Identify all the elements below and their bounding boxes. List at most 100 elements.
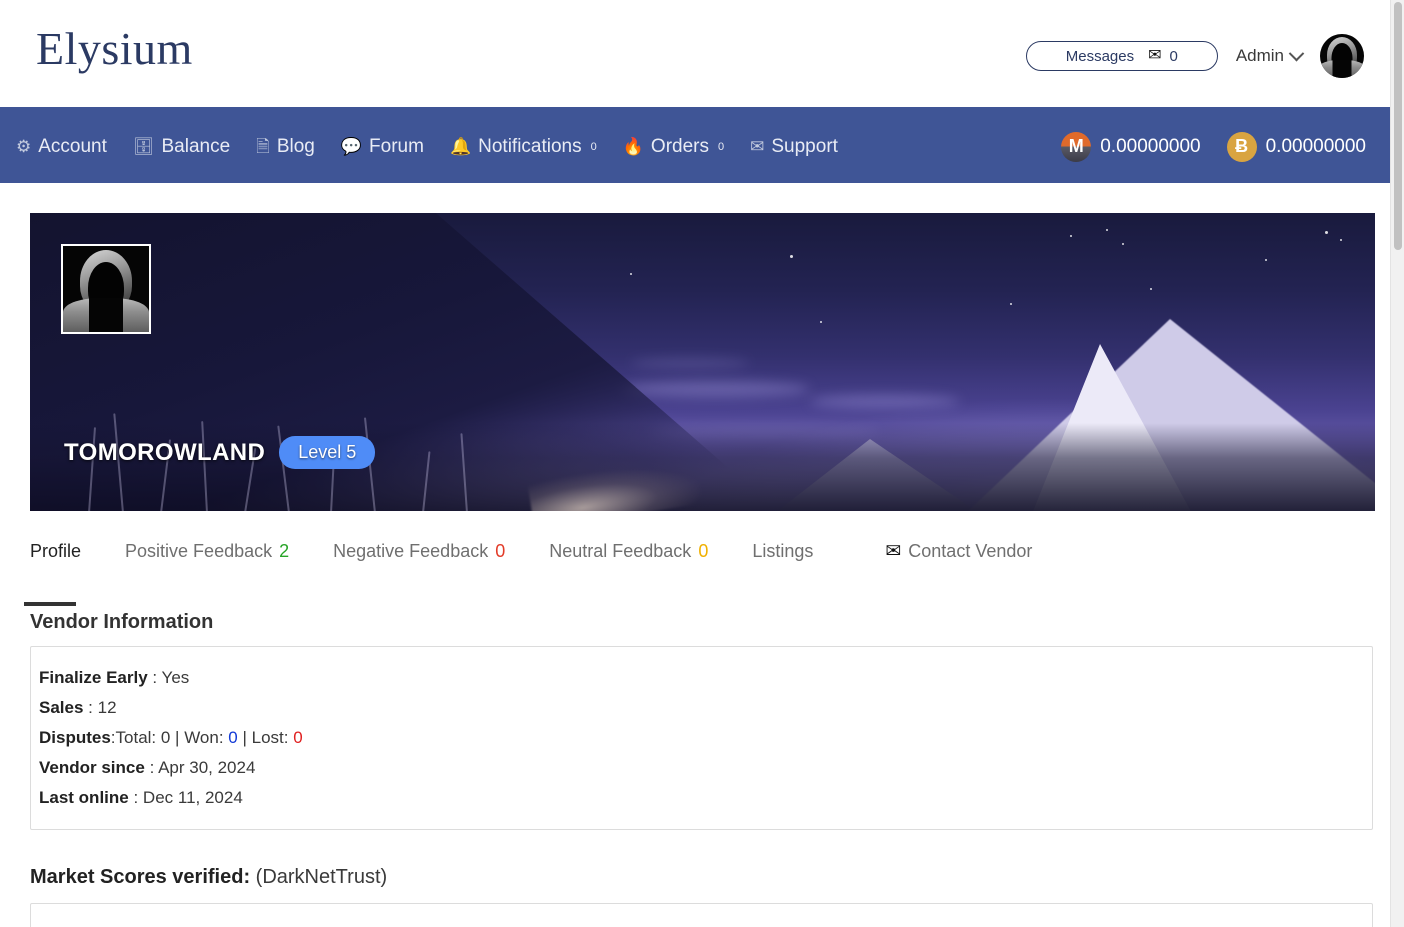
disputes-mid: | Lost: (237, 728, 294, 747)
envelope-icon: ✉ (750, 137, 765, 156)
info-row-last-online: Last online : Dec 11, 2024 (39, 783, 1364, 813)
monero-amount: 0.00000000 (1100, 135, 1201, 157)
bitcoin-amount: 0.00000000 (1265, 135, 1366, 157)
info-row-sales: Sales : 12 (39, 693, 1364, 723)
tab-label: Listings (752, 541, 814, 561)
vendor-banner: TOMOROWLAND Level 5 (30, 213, 1375, 511)
nav-item-orders[interactable]: 🔥 Orders 0 (623, 136, 724, 158)
nav-label: Notifications (478, 135, 582, 157)
nav-label: Account (38, 135, 107, 157)
vendor-avatar[interactable] (61, 244, 151, 334)
tab-count: 2 (279, 541, 290, 561)
tab-label: Negative Feedback (333, 541, 489, 561)
envelope-icon: ✉ (1148, 47, 1162, 64)
avatar[interactable] (1320, 34, 1364, 78)
nav-item-forum[interactable]: 💬 Forum (341, 136, 424, 158)
header-right-cluster: Messages ✉ 0 Admin (1025, 34, 1364, 78)
hood-body-shadow (89, 298, 123, 332)
tab-label: Profile (30, 541, 82, 561)
nav-label: Support (771, 135, 838, 157)
market-scores-box (30, 903, 1373, 927)
monero-icon: M (1061, 131, 1092, 162)
nav-label: Forum (369, 135, 424, 157)
tab-count: 0 (698, 541, 709, 561)
banner-cloud (620, 381, 810, 397)
info-value: : Apr 30, 2024 (149, 758, 256, 777)
hood-body-shadow (1332, 60, 1352, 78)
main-navbar: ⚙ Account 🗄 Balance 🗎 Blog 💬 Forum 🔔 Not… (0, 110, 1390, 183)
tab-count: 0 (495, 541, 506, 561)
market-scores-label: Market Scores verified: (30, 866, 251, 888)
vendor-name: TOMOROWLAND (64, 438, 266, 466)
nav-label: Blog (276, 135, 315, 157)
info-value: : Dec 11, 2024 (133, 788, 243, 807)
orders-count: 0 (718, 140, 725, 153)
page-scrollbar[interactable] (1390, 0, 1404, 927)
market-scores-source: (DarkNetTrust) (255, 866, 388, 888)
banner-cloud (630, 358, 750, 368)
vendor-tabs: Profile Positive Feedback 2 Negative Fee… (0, 533, 1390, 611)
vendor-information-box: Finalize Early : Yes Sales : 12 Disputes… (30, 646, 1373, 830)
messages-button[interactable]: Messages ✉ 0 (1025, 41, 1218, 71)
fire-icon: 🔥 (622, 137, 644, 156)
nav-item-support[interactable]: ✉ Support (750, 136, 838, 158)
scrollbar-thumb[interactable] (1394, 2, 1402, 250)
info-label: Vendor since (39, 758, 145, 777)
tab-negative-feedback[interactable]: Negative Feedback 0 (333, 533, 505, 570)
vendor-avatar-art (63, 246, 149, 332)
bell-icon: 🔔 (449, 137, 472, 156)
bitcoin-icon: Ƀ (1226, 131, 1257, 162)
gear-icon: ⚙ (16, 137, 32, 156)
info-label: Last online (39, 788, 129, 807)
nav-item-account[interactable]: ⚙ Account (16, 136, 107, 158)
admin-label: Admin (1235, 46, 1284, 65)
profile-content: Vendor Information Finalize Early : Yes … (0, 611, 1390, 927)
balance-cluster: M 0.00000000 Ƀ 0.00000000 (1061, 131, 1374, 162)
nav-item-blog[interactable]: 🗎 Blog (256, 136, 315, 158)
disputes-prefix: :Total: 0 | Won: (110, 728, 229, 747)
comment-icon: 💬 (340, 137, 363, 156)
site-header: Elysium Messages ✉ 0 Admin (0, 0, 1390, 110)
messages-count-badge: 0 (1169, 47, 1178, 65)
tab-label: Neutral Feedback (549, 541, 692, 561)
disputes-lost-value: 0 (293, 728, 303, 747)
tab-neutral-feedback[interactable]: Neutral Feedback 0 (549, 533, 708, 570)
info-label: Finalize Early (39, 668, 148, 687)
tab-label: Positive Feedback (125, 541, 273, 561)
envelope-icon: ✉ (885, 541, 902, 562)
notifications-count: 0 (590, 140, 597, 153)
bitcoin-balance[interactable]: Ƀ 0.00000000 (1226, 131, 1366, 162)
info-row-vendor-since: Vendor since : Apr 30, 2024 (39, 753, 1364, 783)
nav-label: Balance (161, 135, 231, 157)
nav-item-notifications[interactable]: 🔔 Notifications 0 (450, 136, 597, 158)
tab-label: Contact Vendor (908, 541, 1033, 561)
nav-label: Orders (650, 135, 709, 157)
page-root: Elysium Messages ✉ 0 Admin ⚙ Account 🗄 B… (0, 0, 1390, 927)
info-value: : 12 (88, 698, 117, 717)
market-scores-heading: Market Scores verified: (DarkNetTrust) (30, 866, 1360, 889)
vendor-identity: TOMOROWLAND Level 5 (64, 436, 376, 469)
nav-item-balance[interactable]: 🗄 Balance (133, 136, 230, 158)
tab-listings[interactable]: Listings (752, 533, 813, 570)
chevron-down-icon (1288, 45, 1305, 61)
vendor-level-badge: Level 5 (279, 436, 376, 469)
book-icon: 🗎 (256, 137, 270, 156)
disputes-won-value: 0 (228, 728, 238, 747)
site-logo[interactable]: Elysium (36, 22, 193, 75)
messages-label: Messages (1065, 47, 1135, 65)
wallet-icon: 🗄 (132, 137, 155, 156)
info-value: : Yes (152, 668, 190, 687)
tab-contact-vendor[interactable]: ✉ Contact Vendor (885, 533, 1032, 570)
info-label: Disputes (39, 728, 111, 747)
vendor-banner-wrap: TOMOROWLAND Level 5 (0, 213, 1390, 511)
monero-balance[interactable]: M 0.00000000 (1061, 131, 1201, 162)
avatar-art (1320, 34, 1364, 78)
banner-cloud (810, 395, 960, 408)
admin-dropdown[interactable]: Admin (1235, 45, 1305, 66)
info-row-disputes: Disputes:Total: 0 | Won: 0 | Lost: 0 (39, 723, 1364, 753)
info-row-finalize-early: Finalize Early : Yes (39, 663, 1364, 693)
tab-positive-feedback[interactable]: Positive Feedback 2 (125, 533, 289, 570)
tab-profile[interactable]: Profile (23, 533, 82, 606)
info-label: Sales (39, 698, 84, 717)
page-title: Vendor Information (30, 611, 214, 633)
